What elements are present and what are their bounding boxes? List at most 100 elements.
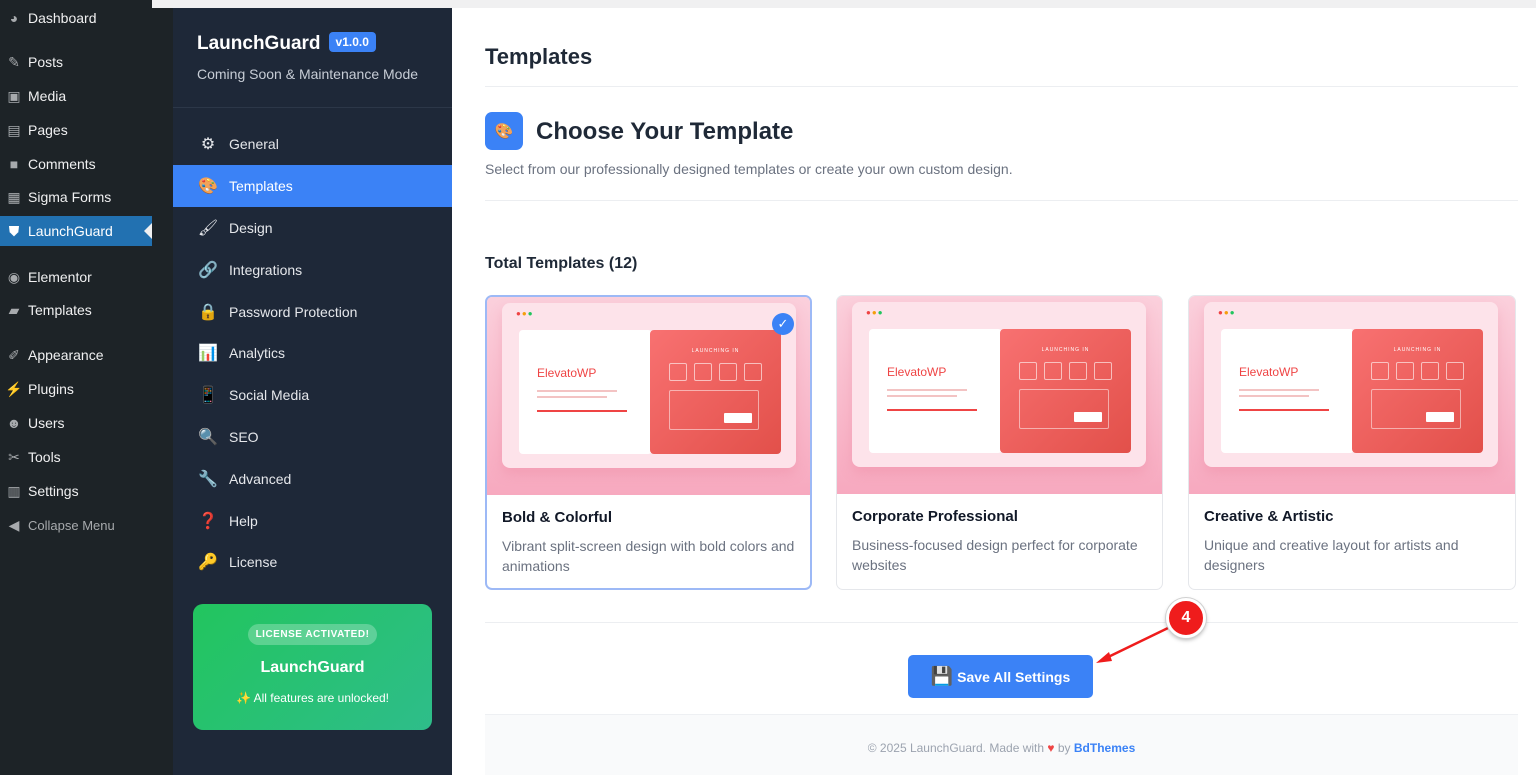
wp-menu-templates[interactable]: ▰ Templates: [0, 295, 152, 325]
preview-heading: LAUNCHING IN: [1393, 347, 1442, 353]
preview-countdown-box: [1396, 362, 1414, 380]
nav-label: Help: [229, 513, 258, 529]
wp-menu-label: Appearance: [28, 347, 104, 363]
footer-text: © 2025 LaunchGuard. Made with: [867, 741, 1045, 755]
footer: © 2025 LaunchGuard. Made with ♥ by BdThe…: [485, 714, 1518, 775]
template-preview: ●●● ElevatoWP LAUNCHING IN ✓: [487, 297, 810, 495]
template-card-bold-colorful[interactable]: ●●● ElevatoWP LAUNCHING IN ✓ Bold & Colo…: [485, 295, 812, 590]
wp-menu-label: Tools: [28, 449, 61, 465]
wp-menu-label: Pages: [28, 122, 68, 138]
wp-menu-posts[interactable]: ✎ Posts: [0, 47, 152, 77]
pin-icon: ✎: [8, 53, 20, 70]
template-description: Vibrant split-screen design with bold co…: [502, 538, 795, 574]
nav-social-media[interactable]: 📱 Social Media: [173, 374, 452, 416]
nav-label: License: [229, 554, 278, 570]
template-title: Corporate Professional: [852, 508, 1018, 525]
wp-menu-label: Media: [28, 88, 67, 104]
page-title: Templates: [485, 44, 593, 69]
preview-progress: [537, 410, 627, 412]
nav-analytics[interactable]: 📊 Analytics: [173, 332, 452, 374]
preview-left-panel: ElevatoWP: [869, 329, 1002, 453]
wp-menu-label: Sigma Forms: [28, 189, 112, 205]
wp-menu-collapse[interactable]: ◀ Collapse Menu: [0, 510, 152, 540]
preview-mockup: ●●● ElevatoWP LAUNCHING IN: [502, 303, 796, 468]
preview-left-panel: ElevatoWP: [1221, 329, 1354, 453]
template-title: Creative & Artistic: [1204, 508, 1334, 525]
plugin-name: LaunchGuard: [197, 33, 321, 54]
wp-menu-comments[interactable]: ■ Comments: [0, 149, 152, 179]
wp-menu-media[interactable]: ▣ Media: [0, 81, 152, 111]
settings-icon: ▥: [7, 482, 21, 499]
key-icon: 🔑: [198, 554, 218, 571]
template-card-corporate-professional[interactable]: ●●● ElevatoWP LAUNCHING IN Corporate Pro…: [836, 295, 1163, 590]
gear-icon: ⚙: [200, 136, 216, 153]
nav-password-protection[interactable]: 🔒 Password Protection: [173, 291, 452, 333]
wp-menu-appearance[interactable]: ✐ Appearance: [0, 340, 152, 370]
preview-logo: ElevatoWP: [1239, 365, 1299, 379]
preview-heading: LAUNCHING IN: [691, 348, 740, 354]
folder-icon: ▰: [8, 301, 20, 318]
wrench-icon: 🔧: [198, 471, 218, 488]
paintbrush-icon: 🖌: [197, 220, 219, 237]
template-card-creative-artistic[interactable]: ●●● ElevatoWP LAUNCHING IN Creative & Ar…: [1188, 295, 1516, 590]
nav-license[interactable]: 🔑 License: [173, 541, 452, 583]
template-title: Bold & Colorful: [502, 509, 612, 526]
template-description: Unique and creative layout for artists a…: [1204, 537, 1459, 573]
wp-menu-settings[interactable]: ▥ Settings: [0, 476, 152, 506]
preview-line: [887, 389, 967, 391]
wp-menu-label: LaunchGuard: [28, 223, 113, 239]
preview-right-panel: LAUNCHING IN: [1352, 329, 1483, 453]
footer-by: by: [1057, 741, 1071, 755]
nav-label: Social Media: [229, 387, 310, 403]
wp-menu-label: Comments: [28, 156, 96, 172]
annotation-arrow: [1096, 626, 1169, 663]
plugin-sidebar: LaunchGuard v1.0.0 Coming Soon & Maintena…: [173, 8, 452, 775]
collapse-icon: ◀: [8, 516, 20, 533]
question-icon: ❓: [198, 513, 218, 530]
wp-menu-label: Templates: [28, 302, 92, 318]
wp-menu-users[interactable]: ☻ Users: [0, 408, 152, 438]
nav-general[interactable]: ⚙ General: [173, 123, 452, 165]
shield-icon: ⛊: [8, 222, 20, 239]
nav-templates[interactable]: 🎨 Templates: [173, 165, 452, 207]
wp-menu-label: Users: [28, 415, 65, 431]
nav-advanced[interactable]: 🔧 Advanced: [173, 458, 452, 500]
template-description: Business-focused design perfect for corp…: [852, 537, 1138, 573]
preview-countdown-box: [1069, 362, 1087, 380]
nav-label: Templates: [229, 178, 293, 194]
bar-chart-icon: 📊: [198, 345, 218, 362]
nav-label: General: [229, 136, 279, 152]
wp-menu-dashboard[interactable]: ◕ Dashboard: [0, 3, 152, 33]
floppy-disk-icon: 💾: [930, 666, 954, 686]
nav-design[interactable]: 🖌 Design: [173, 207, 452, 249]
nav-help[interactable]: ❓ Help: [173, 500, 452, 542]
nav-seo[interactable]: 🔍 SEO: [173, 416, 452, 458]
template-card-body: Bold & Colorful Vibrant split-screen des…: [487, 495, 810, 588]
divider: [485, 86, 1518, 87]
wp-menu-pages[interactable]: ▤ Pages: [0, 115, 152, 145]
footer-brand-link[interactable]: BdThemes: [1074, 741, 1135, 755]
preview-countdown-box: [1421, 362, 1439, 380]
wp-menu-launchguard[interactable]: ⛊ LaunchGuard: [0, 216, 152, 246]
phone-icon: 📱: [198, 387, 218, 404]
template-preview: ●●● ElevatoWP LAUNCHING IN: [1189, 296, 1515, 494]
wp-menu-sigma-forms[interactable]: ▦ Sigma Forms: [0, 182, 152, 212]
wp-menu-plugins[interactable]: ⚡ Plugins: [0, 374, 152, 404]
wp-menu-tools[interactable]: ✂ Tools: [0, 442, 152, 472]
nav-integrations[interactable]: 🔗 Integrations: [173, 249, 452, 291]
wp-menu-elementor[interactable]: ◉ Elementor: [0, 262, 152, 292]
nav-label: Analytics: [229, 345, 286, 361]
preview-line: [1239, 395, 1309, 397]
preview-line: [537, 396, 607, 398]
wp-menu-label: Settings: [28, 483, 79, 499]
save-all-settings-button[interactable]: 💾 Save All Settings: [908, 655, 1093, 698]
heart-icon: ♥: [1047, 741, 1055, 755]
section-subtitle: Select from our professionally designed …: [485, 161, 1013, 177]
window-dots: ●●●: [866, 308, 884, 317]
nav-label: SEO: [229, 429, 259, 445]
license-product-name: LaunchGuard: [260, 659, 365, 676]
plugin-brand: LaunchGuard v1.0.0 Coming Soon & Maintena…: [173, 8, 452, 108]
palette-icon: 🎨: [485, 112, 523, 150]
preview-left-panel: ElevatoWP: [519, 330, 652, 454]
preview-progress: [887, 409, 977, 411]
